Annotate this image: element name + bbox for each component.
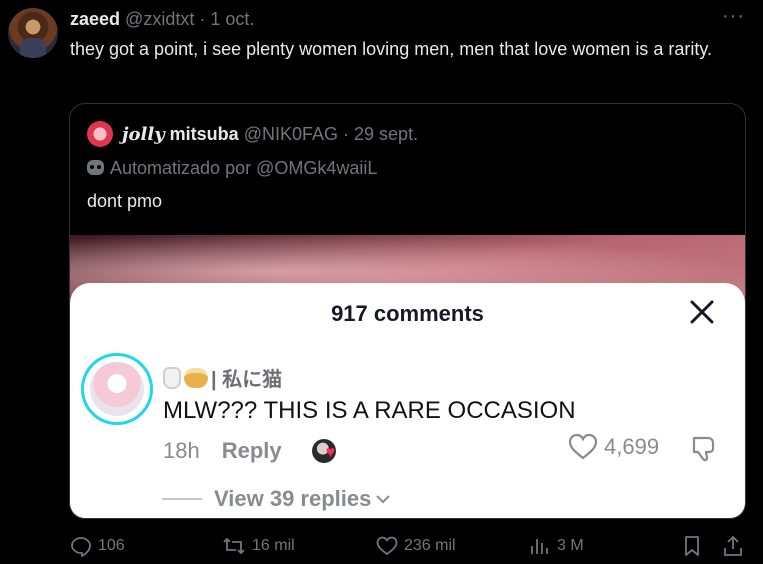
quoted-date[interactable]: · 29 sept. <box>343 124 418 144</box>
like-count: 236 mil <box>404 537 456 554</box>
header-separator: · <box>199 9 206 29</box>
comment-like: 4,699 <box>568 433 659 461</box>
commenter-avatar <box>81 353 153 425</box>
bot-icon <box>87 160 104 175</box>
comments-sheet: 917 comments | 私に猫 MLW??? THIS IS A RARE… <box>70 283 745 518</box>
tweet-header: zaeed @zxidtxt · 1 oct. <box>70 8 254 30</box>
replies-divider <box>162 498 202 500</box>
commenter-username: | 私に猫 <box>163 363 282 392</box>
repost-icon <box>223 537 245 555</box>
reply-button[interactable]: 106 <box>70 532 125 560</box>
bookmark-icon <box>685 536 699 556</box>
thumbs-down-icon <box>692 436 715 462</box>
share-button[interactable] <box>722 532 744 560</box>
tweet-text: they got a point, i see plenty women lov… <box>70 39 712 59</box>
reply-icon <box>71 537 91 557</box>
more-horizontal-icon[interactable]: ··· <box>722 6 745 26</box>
heart-icon <box>376 536 398 556</box>
tweet-date[interactable]: 1 oct. <box>210 9 254 29</box>
author-avatar[interactable] <box>8 8 58 58</box>
quoted-author-name[interactable]: mitsuba <box>170 124 239 144</box>
reply-count: 106 <box>98 537 125 554</box>
creator-liked-icon <box>311 439 336 463</box>
comment-meta: 18h Reply <box>163 438 336 464</box>
view-replies: View 39 replies <box>162 486 391 512</box>
share-icon <box>724 535 742 556</box>
quoted-text: dont pmo <box>87 191 163 211</box>
baby-bottle-icon <box>163 366 181 389</box>
quoted-media-image[interactable]: 917 comments | 私に猫 MLW??? THIS IS A RARE… <box>70 235 745 518</box>
quoted-author-decorated-name: 𝒋𝒐𝒍𝒍𝒚 <box>122 124 165 145</box>
author-handle[interactable]: @zxidtxt <box>125 9 194 29</box>
repost-count: 16 mil <box>252 537 295 554</box>
automated-text: Automatizado por @OMGk4waiiL <box>110 158 378 178</box>
quoted-author-handle[interactable]: @NIK0FAG <box>244 124 338 144</box>
repost-button[interactable]: 16 mil <box>222 532 295 560</box>
comments-count-title: 917 comments <box>331 301 484 326</box>
comment-like-count: 4,699 <box>604 434 660 459</box>
close-icon <box>690 300 714 324</box>
view-replies-label: View 39 replies <box>214 486 372 511</box>
views-count: 3 M <box>557 537 584 554</box>
commenter-name-text: | 私に猫 <box>211 369 283 391</box>
views-button[interactable]: 3 M <box>529 532 584 560</box>
automated-label: Automatizado por @OMGk4waiiL <box>87 157 377 179</box>
comment-reply-label: Reply <box>221 438 282 463</box>
commenter-avatar-image <box>90 362 144 416</box>
comment-text: MLW??? THIS IS A RARE OCCASION <box>163 397 576 424</box>
quoted-header: 𝒋𝒐𝒍𝒍𝒚 mitsuba @NIK0FAG · 29 sept. <box>122 123 418 146</box>
like-button[interactable]: 236 mil <box>376 532 456 560</box>
chevron-down-icon <box>376 495 391 504</box>
quoted-tweet[interactable]: 𝒋𝒐𝒍𝒍𝒚 mitsuba @NIK0FAG · 29 sept. Automa… <box>69 103 746 519</box>
views-bar-chart-icon <box>531 539 548 554</box>
tweet-actions: 106 16 mil 236 mil 3 M <box>0 532 763 560</box>
heart-outline-icon <box>568 433 598 460</box>
quoted-author-avatar[interactable] <box>87 121 113 147</box>
pancake-icon <box>184 367 208 388</box>
comment-time: 18h <box>163 438 200 463</box>
author-name[interactable]: zaeed <box>70 9 120 29</box>
bookmark-button[interactable] <box>683 532 701 560</box>
